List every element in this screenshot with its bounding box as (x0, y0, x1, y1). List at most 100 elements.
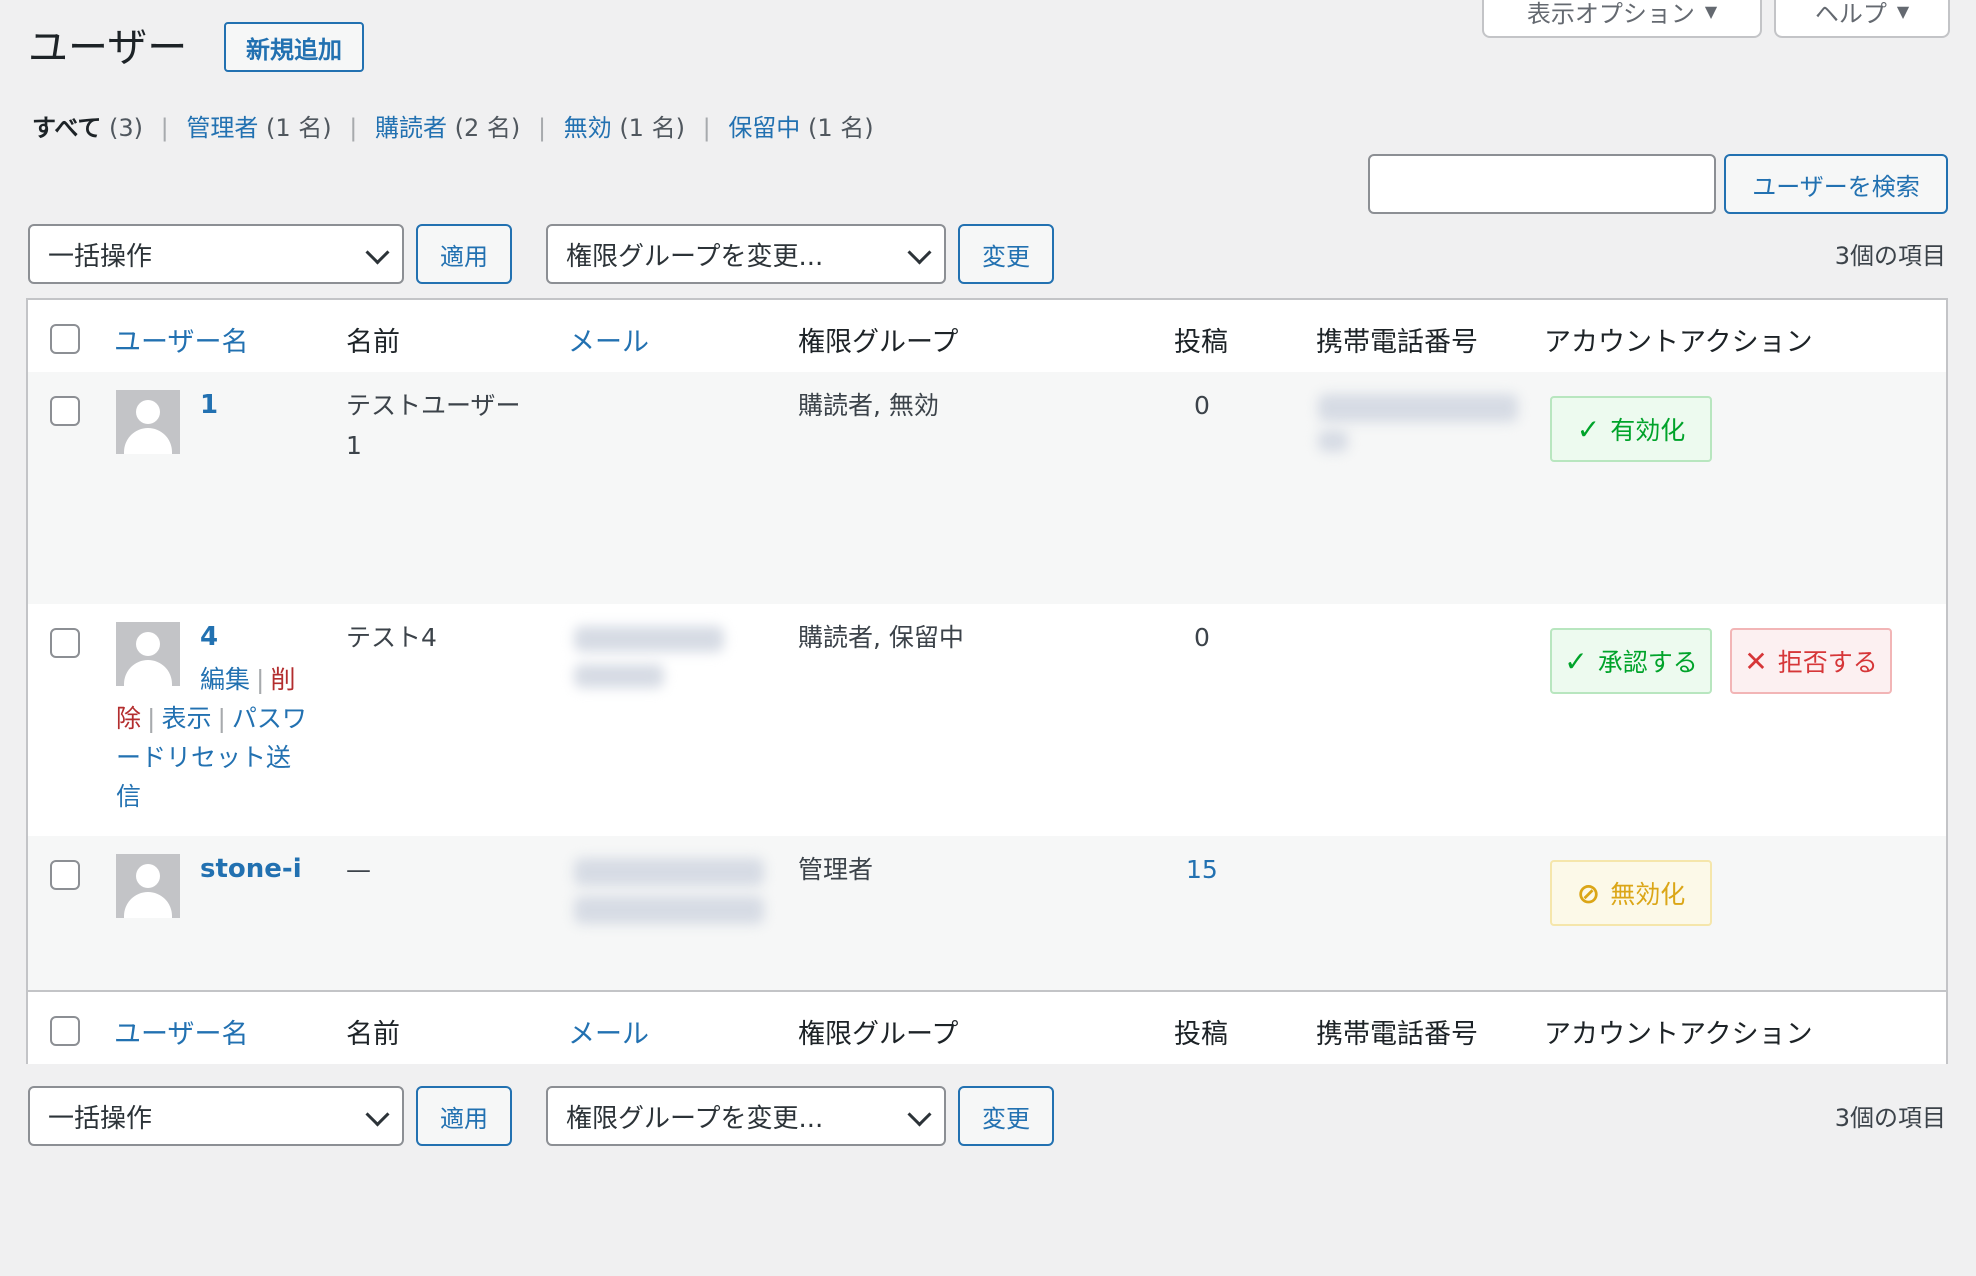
add-new-user-button[interactable]: 新規追加 (224, 22, 364, 72)
change-role-button-bottom[interactable]: 変更 (958, 1086, 1054, 1146)
email-redacted (574, 664, 664, 688)
filter-separator: | (160, 114, 169, 142)
deactivate-label: 無効化 (1610, 880, 1686, 909)
user-role: 管理者 (798, 855, 874, 884)
approve-label: 承認する (1597, 648, 1698, 677)
avatar (116, 854, 180, 918)
phone-redacted (1318, 394, 1518, 422)
filter-administrator-count: (1 名) (266, 114, 332, 142)
deactivate-button[interactable]: ⊘ 無効化 (1550, 860, 1712, 926)
change-role-button[interactable]: 変更 (958, 224, 1054, 284)
view-link[interactable]: 表示 (161, 704, 211, 733)
table-header: ユーザー名 名前 メール 権限グループ 投稿 携帯電話番号 アカウントアクション (28, 300, 1946, 374)
chevron-down-icon (365, 1102, 390, 1127)
user-display-name: テストユーザー 1 (346, 391, 521, 460)
bulk-action-value: 一括操作 (48, 241, 153, 272)
filter-all-count: (3) (109, 114, 144, 142)
column-posts: 投稿 (1174, 1019, 1228, 1050)
column-phone: 携帯電話番号 (1316, 1019, 1478, 1050)
username-link[interactable]: 1 (200, 390, 218, 420)
column-email[interactable]: メール (568, 320, 649, 359)
screen-options-label: 表示オプション (1526, 0, 1695, 28)
row-action-separator: | (217, 704, 226, 733)
column-username[interactable]: ユーザー名 (114, 320, 248, 359)
table-row: stone-i — 管理者 15 ⊘ 無効化 (28, 836, 1946, 990)
user-filter-links: すべて (3) | 管理者 (1 名) | 購読者 (2 名) | 無効 (1 … (32, 112, 874, 144)
avatar (116, 390, 180, 454)
filter-inactive[interactable]: 無効 (564, 114, 612, 142)
column-phone: 携帯電話番号 (1316, 327, 1478, 358)
filter-separator: | (349, 114, 358, 142)
user-post-count: 0 (1194, 391, 1210, 420)
user-role: 購読者, 無効 (798, 391, 939, 420)
select-all-checkbox-footer[interactable] (50, 1016, 80, 1046)
column-name: 名前 (346, 327, 400, 358)
check-icon: ✓ (1576, 412, 1601, 446)
filter-inactive-count: (1 名) (619, 114, 685, 142)
email-redacted (574, 626, 724, 652)
filter-subscriber[interactable]: 購読者 (375, 114, 447, 142)
select-all-checkbox[interactable] (50, 324, 80, 354)
user-display-name: テスト4 (346, 623, 437, 652)
user-search-input[interactable] (1368, 154, 1716, 214)
filter-separator: | (537, 114, 547, 142)
bulk-action-select-bottom[interactable]: 一括操作 (28, 1086, 404, 1146)
column-role: 権限グループ (798, 1019, 959, 1050)
table-row: 4 編集 | 削除 | 表示 | パスワードリセット送信 テスト4 購読者, 保留中 0 ✓… (28, 604, 1946, 836)
chevron-down-icon (907, 1102, 932, 1127)
user-display-name: — (346, 855, 371, 884)
users-table: ユーザー名 名前 メール 権限グループ 投稿 携帯電話番号 アカウントアクション… (26, 298, 1948, 1064)
deny-label: 拒否する (1777, 648, 1878, 677)
page-title: ユーザー (28, 25, 188, 71)
email-redacted (574, 858, 764, 886)
activate-button[interactable]: ✓ 有効化 (1550, 396, 1712, 462)
row-action-separator: | (147, 704, 156, 733)
row-checkbox[interactable] (50, 396, 80, 426)
bulk-action-select[interactable]: 一括操作 (28, 224, 404, 284)
chevron-down-icon (365, 240, 390, 265)
screen-options-tab[interactable]: 表示オプション ▼ (1482, 0, 1762, 38)
items-count: 3個の項目 (1834, 242, 1946, 270)
items-count-bottom: 3個の項目 (1834, 1104, 1946, 1132)
filter-pending-count: (1 名) (807, 114, 874, 142)
help-label: ヘルプ (1814, 0, 1887, 28)
column-account-action: アカウントアクション (1544, 1019, 1813, 1050)
no-entry-icon: ⊘ (1576, 876, 1601, 910)
apply-button-bottom[interactable]: 適用 (416, 1086, 512, 1146)
row-checkbox[interactable] (50, 860, 80, 890)
filter-pending[interactable]: 保留中 (728, 114, 800, 142)
help-tab[interactable]: ヘルプ ▼ (1774, 0, 1950, 38)
deny-button[interactable]: ✕ 拒否する (1730, 628, 1892, 694)
phone-redacted (1318, 430, 1348, 452)
apply-button[interactable]: 適用 (416, 224, 512, 284)
column-username[interactable]: ユーザー名 (114, 1012, 248, 1051)
user-post-count: 0 (1194, 623, 1210, 652)
username-link[interactable]: 4 (200, 622, 218, 652)
filter-administrator[interactable]: 管理者 (186, 114, 258, 142)
user-role: 購読者, 保留中 (798, 623, 964, 652)
search-users-button[interactable]: ユーザーを検索 (1724, 154, 1948, 214)
email-redacted (574, 896, 764, 924)
column-account-action: アカウントアクション (1544, 327, 1813, 358)
row-actions: 編集 | 削除 | 表示 | パスワードリセット送信 (116, 660, 308, 816)
edit-link[interactable]: 編集 (200, 665, 250, 694)
change-role-value: 権限グループを変更... (566, 1103, 824, 1134)
change-role-value: 権限グループを変更... (566, 241, 824, 272)
check-icon: ✓ (1564, 644, 1588, 678)
table-row: 1 テストユーザー 1 購読者, 無効 0 ✓ 有効化 (28, 372, 1946, 604)
row-action-separator: | (256, 665, 265, 694)
change-role-select-bottom[interactable]: 権限グループを変更... (546, 1086, 946, 1146)
user-post-count-link[interactable]: 15 (1186, 850, 1218, 890)
x-icon: ✕ (1744, 644, 1768, 678)
activate-label: 有効化 (1610, 416, 1686, 445)
change-role-select[interactable]: 権限グループを変更... (546, 224, 946, 284)
triangle-down-icon: ▼ (1896, 1, 1910, 21)
column-role: 権限グループ (798, 327, 959, 358)
row-checkbox[interactable] (50, 628, 80, 658)
column-email[interactable]: メール (568, 1012, 649, 1051)
filter-all[interactable]: すべて (32, 114, 101, 142)
username-link[interactable]: stone-i (200, 854, 302, 884)
approve-button[interactable]: ✓ 承認する (1550, 628, 1712, 694)
table-footer: ユーザー名 名前 メール 権限グループ 投稿 携帯電話番号 アカウントアクション (28, 990, 1946, 1064)
chevron-down-icon (907, 240, 932, 265)
